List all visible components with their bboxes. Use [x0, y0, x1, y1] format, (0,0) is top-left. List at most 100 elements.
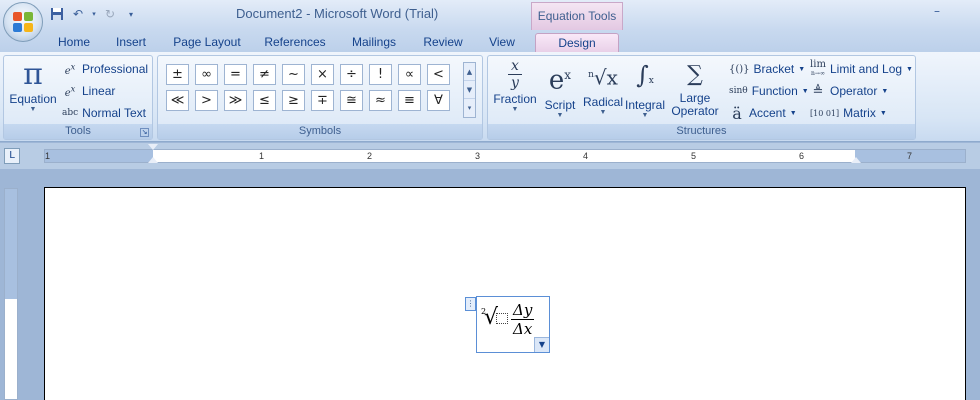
symbol-button[interactable]: >	[195, 90, 218, 111]
chevron-down-icon: ▼	[881, 87, 889, 95]
symbol-button[interactable]: ×	[311, 64, 334, 85]
script-button[interactable]: ex Script ▼	[538, 58, 582, 119]
equation-label: Equation	[9, 92, 57, 106]
tab-home[interactable]: Home	[50, 33, 98, 52]
professional-button[interactable]: ex Professional	[62, 59, 148, 79]
tab-mailings[interactable]: Mailings	[342, 33, 406, 52]
symbol-button[interactable]: ≤	[253, 90, 276, 111]
chevron-down-icon: ▼	[801, 87, 809, 95]
function-button[interactable]: sinθ Function ▼	[729, 81, 809, 101]
function-icon: sinθ	[729, 86, 748, 96]
redo-icon[interactable]: ↻	[101, 5, 119, 23]
ribbon-tabs: Home Insert Page Layout References Maili…	[0, 30, 980, 52]
symbol-button[interactable]: ∝	[398, 64, 421, 85]
tools-group-label: Tools	[4, 124, 152, 139]
symbol-button[interactable]: ∀	[427, 90, 450, 111]
tab-design[interactable]: Design	[535, 33, 619, 52]
symbol-button[interactable]: ≅	[340, 90, 363, 111]
undo-dropdown-icon[interactable]: ▾	[90, 5, 98, 23]
symbol-button[interactable]: ±	[166, 64, 189, 85]
right-indent-marker[interactable]	[851, 157, 861, 163]
tab-page-layout[interactable]: Page Layout	[166, 33, 248, 52]
symbol-button[interactable]: ≫	[224, 90, 247, 111]
document-page[interactable]	[44, 187, 966, 400]
integral-button[interactable]: ∫x Integral ▼	[623, 58, 667, 119]
tab-insert[interactable]: Insert	[106, 33, 156, 52]
dialog-launcher-icon[interactable]: ↘	[140, 128, 149, 137]
symbol-button[interactable]: ≪	[166, 90, 189, 111]
customize-icon[interactable]: ▾	[122, 5, 140, 23]
tab-review[interactable]: Review	[416, 33, 470, 52]
script-icon: ex	[548, 65, 572, 96]
radical-button[interactable]: n√x Radical ▼	[581, 58, 625, 116]
placeholder-box[interactable]	[496, 313, 508, 324]
symbol-gallery: ± ∞ = ≠ ~ × ÷ ! ∝ < ≪ > ≫ ≤ ≥ ∓ ≅ ≈ ≡ ∀	[166, 64, 462, 111]
structures-group: xy Fraction ▼ ex Script ▼ n√x Radical ▼ …	[487, 55, 916, 140]
tab-references[interactable]: References	[258, 33, 332, 52]
symbol-button[interactable]: !	[369, 64, 392, 85]
ribbon: π Equation ▼ ex Professional ex Linear a…	[0, 52, 980, 142]
symbol-button[interactable]: ≥	[282, 90, 305, 111]
bracket-button[interactable]: {()} Bracket ▼	[729, 59, 805, 79]
professional-icon: ex	[64, 61, 76, 77]
chevron-down-icon: ▼	[789, 109, 797, 117]
chevron-down-icon: ▼	[511, 106, 519, 113]
accent-icon: ä	[732, 103, 742, 123]
normal-text-button[interactable]: abc Normal Text	[62, 103, 146, 123]
minimize-icon[interactable]: –	[934, 4, 940, 18]
matrix-icon: [10 01]	[810, 108, 840, 118]
fraction-icon: xy	[492, 58, 538, 92]
chevron-down-icon: ▼	[556, 111, 564, 119]
save-icon[interactable]	[48, 5, 66, 23]
equation-handle-icon[interactable]: ⋮	[465, 297, 476, 311]
symbol-button[interactable]: ~	[282, 64, 305, 85]
symbol-button[interactable]: ≈	[369, 90, 392, 111]
fraction: Δy Δx	[511, 301, 535, 338]
symbol-button[interactable]: ∓	[311, 90, 334, 111]
office-button[interactable]	[3, 2, 43, 42]
linear-button[interactable]: ex Linear	[62, 81, 116, 101]
equation-button[interactable]: π Equation ▼	[7, 58, 59, 114]
radical-icon: n√x	[588, 65, 618, 90]
limit-icon: lim n→∞	[810, 58, 826, 77]
hanging-indent-marker[interactable]	[148, 157, 158, 163]
left-margin	[45, 150, 153, 162]
quick-access-toolbar: ↶ ▾ ↻ ▾	[48, 5, 140, 23]
matrix-button[interactable]: [10 01] Matrix ▼	[810, 103, 887, 123]
vertical-ruler[interactable]	[4, 188, 18, 400]
accent-button[interactable]: ä Accent ▼	[729, 103, 797, 123]
symbol-button[interactable]: ≡	[398, 90, 421, 111]
scroll-up-icon[interactable]: ▲	[464, 63, 475, 81]
chevron-down-icon: ▼	[29, 106, 37, 113]
operator-button[interactable]: ≜ Operator ▼	[810, 81, 889, 101]
normal-text-icon: abc	[62, 108, 79, 118]
symbols-group: ± ∞ = ≠ ~ × ÷ ! ∝ < ≪ > ≫ ≤ ≥ ∓ ≅ ≈ ≡ ∀ …	[157, 55, 483, 140]
symbol-button[interactable]: ≠	[253, 64, 276, 85]
tab-view[interactable]: View	[480, 33, 524, 52]
first-line-indent-marker[interactable]	[148, 144, 158, 150]
symbol-button[interactable]: ∞	[195, 64, 218, 85]
symbols-group-label: Symbols	[158, 124, 482, 139]
chevron-down-icon: ▼	[599, 108, 607, 116]
symbol-button[interactable]: ÷	[340, 64, 363, 85]
window-title: Document2 - Microsoft Word (Trial)	[236, 6, 439, 21]
symbol-button[interactable]: =	[224, 64, 247, 85]
integral-icon: ∫x	[636, 61, 654, 89]
denominator: Δx	[513, 320, 533, 338]
chevron-down-icon: ▼	[879, 109, 887, 117]
tab-selector-icon[interactable]: L	[4, 148, 20, 164]
structures-group-label: Structures	[488, 124, 915, 139]
equation-options-dropdown-icon[interactable]: ▼	[534, 337, 549, 352]
symbol-button[interactable]: <	[427, 64, 450, 85]
context-tab-group-label: Equation Tools	[531, 2, 623, 30]
numerator: Δy	[511, 301, 535, 320]
fraction-button[interactable]: xy Fraction ▼	[492, 58, 538, 113]
operator-icon: ≜	[812, 83, 824, 99]
symbol-gallery-scrollbar[interactable]: ▲ ▼ ▾	[463, 62, 476, 118]
gallery-more-icon[interactable]: ▾	[464, 99, 475, 117]
undo-icon[interactable]: ↶	[69, 5, 87, 23]
large-operator-button[interactable]: ∑ Large Operator	[666, 58, 724, 118]
scroll-down-icon[interactable]: ▼	[464, 81, 475, 99]
horizontal-ruler[interactable]: 1 1 2 3 4 5 6 7	[44, 149, 966, 163]
limit-and-log-button[interactable]: lim n→∞ Limit and Log ▼	[810, 59, 913, 79]
